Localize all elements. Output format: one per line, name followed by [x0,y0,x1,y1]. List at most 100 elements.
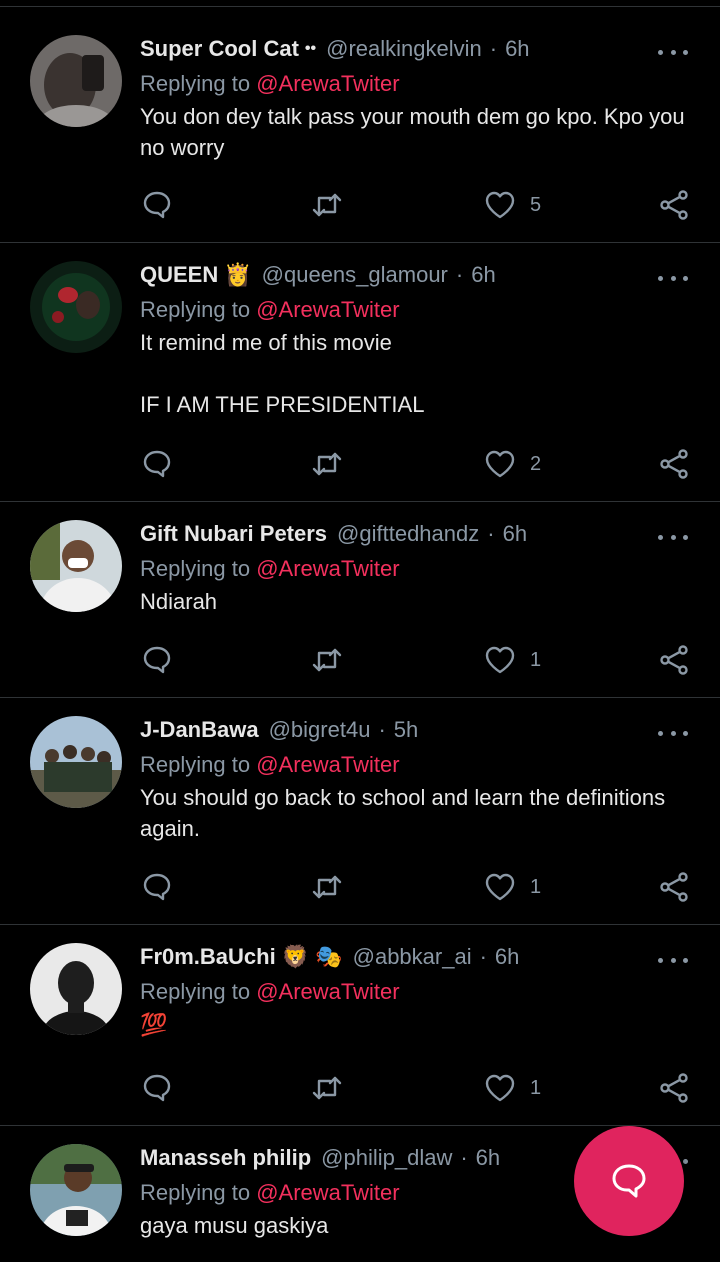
replying-to: Replying to @ArewaTwiter [140,69,690,99]
mention-link[interactable]: @ArewaTwiter [256,71,399,96]
more-icon[interactable] [658,955,688,965]
timestamp[interactable]: 5h [394,716,418,744]
reply-bubble-icon [143,191,171,219]
mention-link[interactable]: @ArewaTwiter [256,979,399,1004]
tweet-item[interactable]: QUEEN 👸 @queens_glamour · 6h Replying to… [0,243,720,502]
user-handle[interactable]: @queens_glamour [262,261,448,289]
user-handle[interactable]: @philip_dlaw [321,1144,452,1172]
retweet-icon [312,648,342,672]
name-badge: 🦁 🎭 [281,944,343,969]
mention-link[interactable]: @ArewaTwiter [256,297,399,322]
like-count: 5 [530,193,542,216]
timestamp[interactable]: 6h [471,261,495,289]
retweet-button[interactable] [311,644,343,676]
like-button[interactable]: 1 [484,1072,541,1104]
display-name[interactable]: Fr0m.BaUchi [140,943,276,971]
compose-reply-button[interactable] [574,1126,684,1236]
separator-dot: · [479,944,487,969]
replying-to: Replying to @ArewaTwiter [140,750,690,780]
replying-prefix: Replying to [140,979,251,1004]
user-handle[interactable]: @realkingkelvin [326,35,482,63]
reply-button[interactable] [141,1072,173,1104]
replying-prefix: Replying to [140,556,251,581]
replying-prefix: Replying to [140,71,251,96]
tweet-text: Ndiarah [140,589,218,614]
like-button[interactable]: 1 [484,871,541,903]
timestamp[interactable]: 6h [495,943,519,971]
heart-icon [485,646,515,674]
like-count: 1 [530,875,542,898]
share-button[interactable] [658,448,690,480]
reply-bubble-icon [143,450,171,478]
action-bar: 1 [140,871,690,905]
separator-dot: · [460,1145,468,1170]
timestamp[interactable]: 6h [476,1144,500,1172]
heart-icon [485,873,515,901]
avatar[interactable] [30,35,122,127]
share-button[interactable] [658,871,690,903]
heart-icon [485,191,515,219]
tweet-text: You don dey talk pass your mouth dem go … [140,104,685,160]
retweet-button[interactable] [311,871,343,903]
timestamp[interactable]: 6h [505,35,529,63]
tweet-text: You should go back to school and learn t… [140,785,666,841]
retweet-button[interactable] [311,1072,343,1104]
more-icon[interactable] [658,273,688,283]
reply-bubble-icon [143,1074,171,1102]
user-handle[interactable]: @bigret4u [269,716,371,744]
display-name[interactable]: QUEEN [140,261,218,289]
display-name[interactable]: Super Cool Cat [140,35,299,63]
reply-bubble-icon [143,873,171,901]
like-button[interactable]: 5 [484,189,541,221]
action-bar: 5 [140,189,690,223]
display-name[interactable]: Gift Nubari Peters [140,520,327,548]
separator-dot: · [487,521,495,546]
mention-link[interactable]: @ArewaTwiter [256,556,399,581]
reply-button[interactable] [141,189,173,221]
compose-reply-icon [612,1164,646,1198]
replying-prefix: Replying to [140,752,251,777]
share-button[interactable] [658,644,690,676]
like-button[interactable]: 2 [484,448,541,480]
avatar[interactable] [30,520,122,612]
more-icon[interactable] [658,728,688,738]
reply-bubble-icon [143,646,171,674]
action-bar: 2 [140,448,690,482]
reply-button[interactable] [141,448,173,480]
display-name[interactable]: Manasseh philip [140,1144,311,1172]
action-bar: 1 [140,1072,690,1106]
replying-to: Replying to @ArewaTwiter [140,554,690,584]
separator-dot: · [489,36,498,61]
more-icon[interactable] [658,47,688,57]
user-handle[interactable]: @gifttedhandz [337,520,479,548]
retweet-button[interactable] [311,448,343,480]
avatar[interactable] [30,1144,122,1236]
name-badge: 👸 [224,262,252,287]
tweet-item[interactable]: Fr0m.BaUchi 🦁 🎭 @abbkar_ai · 6h Replying… [0,925,720,1126]
like-button[interactable]: 1 [484,644,541,676]
more-icon[interactable] [658,532,688,542]
heart-icon [485,1074,515,1102]
tweet-item[interactable]: Super Cool Cat •• @realkingkelvin · 6h R… [0,7,720,243]
reply-button[interactable] [141,871,173,903]
tweet-item[interactable]: J-DanBawa @bigret4u · 5h Replying to @Ar… [0,698,720,925]
share-button[interactable] [658,189,690,221]
share-icon [660,190,688,220]
tweet-text: It remind me of this movie IF I AM THE P… [140,330,425,417]
separator-dot: · [378,717,386,742]
tweet-item[interactable]: Gift Nubari Peters @gifttedhandz · 6h Re… [0,502,720,698]
avatar[interactable] [30,716,122,808]
timestamp[interactable]: 6h [503,520,527,548]
avatar[interactable] [30,261,122,353]
display-name[interactable]: J-DanBawa [140,716,259,744]
mention-link[interactable]: @ArewaTwiter [256,752,399,777]
reply-button[interactable] [141,644,173,676]
retweet-icon [312,193,342,217]
mention-link[interactable]: @ArewaTwiter [256,1180,399,1205]
avatar[interactable] [30,943,122,1035]
retweet-button[interactable] [311,189,343,221]
share-button[interactable] [658,1072,690,1104]
user-handle[interactable]: @abbkar_ai [353,943,472,971]
replying-prefix: Replying to [140,297,251,322]
separator-dot: · [455,262,464,287]
